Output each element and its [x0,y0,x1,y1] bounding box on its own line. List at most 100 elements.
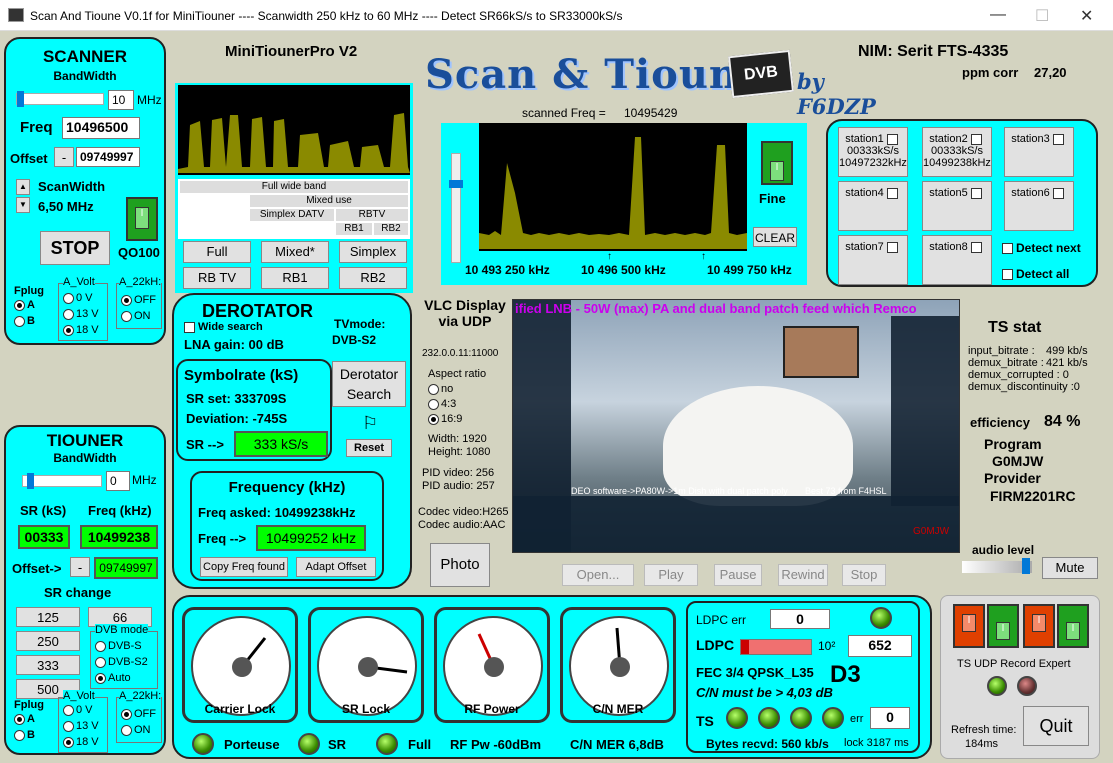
scanner-freq-input[interactable]: 10496500 [62,117,140,139]
scanner-avolt-label: A_Volt [63,276,95,288]
pause-button[interactable]: Pause [714,564,762,586]
aspect-4-3[interactable]: 4:3 [428,398,456,410]
station1-button[interactable]: station1 00333kS/s 10497232kHz [838,127,908,177]
copy-freq-button[interactable]: Copy Freq found [200,557,288,577]
tiouner-fplug-b[interactable]: B [14,729,35,741]
band-rbtv-button[interactable]: RB TV [183,267,251,289]
audio-level-slider[interactable] [962,558,1032,574]
tiouner-22k-on[interactable]: ON [121,724,151,736]
scanner-offset-input[interactable]: 09749997 [76,147,140,167]
demux-corrupted: demux_corrupted : 0 [968,369,1069,381]
ts-led-3 [790,707,812,729]
scanner-22k-on[interactable]: ON [121,310,151,322]
scanner-offset-sign-button[interactable]: - [54,147,74,167]
cn-mer-gauge: C/N MER [560,607,676,723]
tiouner-bandwidth-input[interactable]: 0 [106,471,130,491]
tiouner-fplug-a[interactable]: A [14,713,35,725]
maximize-icon[interactable]: ☐ [1035,6,1049,26]
quit-button[interactable]: Quit [1023,706,1089,746]
scanner-fplug-label: Fplug [14,285,44,297]
record-switch-2[interactable]: I [987,604,1019,648]
aspect-no[interactable]: no [428,383,453,395]
tiouner-avolt-13[interactable]: 13 V [63,720,99,732]
record-switch-4[interactable]: I [1057,604,1089,648]
tiouner-22k-off[interactable]: OFF [121,708,156,720]
tiouner-bandwidth-slider[interactable] [22,473,102,489]
tiouner-avolt-group: A_Volt 0 V 13 V 18 V [58,690,108,753]
scanner-22k-off[interactable]: OFF [121,294,156,306]
ldpc-value: 652 [848,635,912,657]
band-rb2-button[interactable]: RB2 [339,267,407,289]
legend-rbtv: RBTV [336,209,408,221]
detect-next-checkbox[interactable]: Detect next [1002,241,1081,255]
sr-found-value: 333 kS/s [234,431,328,457]
tiouner-offset-sign-button[interactable]: - [70,557,90,577]
sr-250-button[interactable]: 250 [16,631,80,651]
station2-button[interactable]: station2 00333kS/s 10499238kHz [922,127,992,177]
tiouner-22k-label: A_22kH: [119,690,162,702]
scanner-bandwidth-input[interactable]: 10 [108,90,134,110]
record-switch-1[interactable]: I [953,604,985,648]
video-banner: ified LNB - 50W (max) PA and dual band p… [515,301,917,316]
tiouner-sr-value[interactable]: 00333 [18,525,70,549]
station6-button[interactable]: station6 [1004,181,1074,231]
band-mixed-button[interactable]: Mixed* [261,241,329,263]
derotator-search-button[interactable]: Derotator Search [332,361,406,407]
title-bar: Scan And Tioune V0.1f for MiniTiouner --… [0,0,1113,31]
demux-bitrate-label: demux_bitrate : [968,357,1044,369]
minimize-icon[interactable]: — [990,6,1006,24]
sr-333-button[interactable]: 333 [16,655,80,675]
codec-audio: Codec audio:AAC [418,519,506,531]
scanwidth-label: ScanWidth [38,179,106,194]
station5-button[interactable]: station5 [922,181,992,231]
scanner-avolt-13[interactable]: 13 V [63,308,99,320]
aspect-16-9[interactable]: 16:9 [428,413,462,425]
scanner-avolt-0[interactable]: 0 V [63,292,93,304]
dvb-s-radio[interactable]: DVB-S [95,640,142,652]
spectrum-clear-button[interactable]: CLEAR [753,227,797,247]
video-callsign: G0MJW [913,526,950,537]
play-button[interactable]: Play [644,564,698,586]
fine-switch[interactable]: I [761,141,793,185]
record-switch-3[interactable]: I [1023,604,1055,648]
band-rb1-button[interactable]: RB1 [261,267,329,289]
station7-button[interactable]: station7 [838,235,908,285]
mode-label: D3 [830,661,861,688]
station4-button[interactable]: station4 [838,181,908,231]
qo100-switch[interactable]: I [126,197,158,241]
close-icon[interactable]: ✕ [1080,6,1093,26]
station8-button[interactable]: station8 [922,235,992,285]
detect-all-checkbox[interactable]: Detect all [1002,267,1069,281]
band-simplex-button[interactable]: Simplex [339,241,407,263]
adapt-offset-button[interactable]: Adapt Offset [296,557,376,577]
mute-button[interactable]: Mute [1042,557,1098,579]
tiouner-avolt-0[interactable]: 0 V [63,704,93,716]
rewind-button[interactable]: Rewind [778,564,828,586]
derotator-reset-button[interactable]: Reset [346,439,392,457]
dvb-auto-radio[interactable]: Auto [95,672,131,684]
scanner-fplug-a[interactable]: A [14,299,35,311]
tiouner-avolt-18[interactable]: 18 V [63,736,99,748]
scanner-fplug-b[interactable]: B [14,315,35,327]
codec-video: Codec video:H265 [418,506,509,518]
band-full-button[interactable]: Full [183,241,251,263]
vlc-title: VLC Display via UDP [424,297,506,329]
scanner-avolt-18[interactable]: 18 V [63,324,99,336]
stop-button[interactable]: Stop [842,564,886,586]
sr-125-button[interactable]: 125 [16,607,80,627]
scanner-stop-button[interactable]: STOP [40,231,110,265]
cn-mer-readout: C/N MER 6,8dB [570,737,664,752]
photo-button[interactable]: Photo [430,543,490,587]
scanwidth-up-button[interactable]: ▲ [16,179,30,195]
spectrum-level-slider[interactable] [449,153,463,263]
scanwidth-down-button[interactable]: ▼ [16,197,30,213]
station3-button[interactable]: station3 [1004,127,1074,177]
ldpc-err-value: 0 [770,609,830,629]
tiouner-offset-value[interactable]: 09749997 [94,557,158,579]
dvb-s2-radio[interactable]: DVB-S2 [95,656,148,668]
tiouner-freq-value[interactable]: 10499238 [80,525,158,549]
open-button[interactable]: Open... [562,564,634,586]
wide-search-checkbox[interactable]: Wide search [184,321,263,333]
scanner-bandwidth-slider[interactable] [16,91,104,107]
dvb-mode-group: DVB mode DVB-S DVB-S2 Auto [90,624,158,689]
